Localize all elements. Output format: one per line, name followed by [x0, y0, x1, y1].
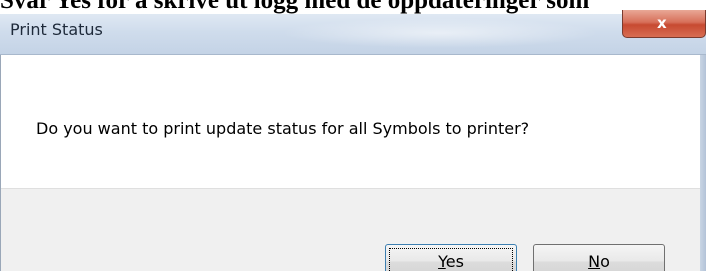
dialog-frame-edge [700, 55, 706, 271]
yes-button-label-rest: es [445, 252, 464, 271]
close-icon: x [657, 14, 667, 32]
yes-button[interactable]: Yes [385, 244, 517, 271]
dialog-body: Do you want to print update status for a… [0, 55, 706, 271]
yes-button-mnemonic: Y [438, 252, 446, 271]
screenshot: Svar Yes for å skrive ut logg med de opp… [0, 0, 706, 271]
no-button-mnemonic: N [588, 252, 601, 271]
dialog-message: Do you want to print update status for a… [36, 119, 530, 138]
no-button-label-rest: o [600, 252, 610, 271]
dialog-title: Print Status [10, 20, 103, 39]
no-button[interactable]: No [533, 244, 665, 271]
close-button[interactable]: x [622, 10, 706, 38]
dialog-titlebar[interactable]: Print Status [0, 14, 706, 55]
print-status-dialog: Print Status x Do you want to print upda… [0, 10, 706, 271]
